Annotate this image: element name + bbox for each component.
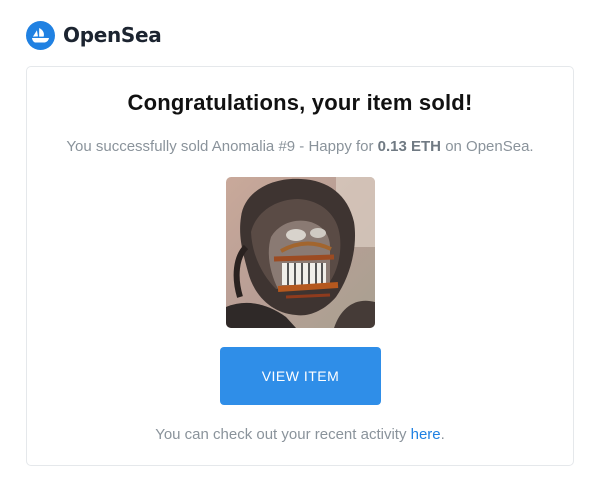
sold-message-suffix: on OpenSea.: [441, 138, 534, 155]
email-page: OpenSea Congratulations, your item sold!…: [0, 0, 609, 493]
email-header: OpenSea: [26, 20, 162, 50]
sold-message: You successfully sold Anomalia #9 - Happ…: [27, 138, 573, 155]
sold-message-prefix: You successfully sold Anomalia #9 - Happ…: [66, 138, 378, 155]
item-artwork: [226, 177, 375, 328]
sold-price: 0.13 ETH: [377, 138, 442, 155]
opensea-logo-icon: [26, 20, 55, 50]
activity-message-prefix: You can check out your recent activity: [155, 426, 411, 443]
activity-message-suffix: .: [440, 426, 445, 443]
activity-message: You can check out your recent activity h…: [27, 426, 573, 443]
notification-card: Congratulations, your item sold! You suc…: [26, 66, 574, 466]
item-image[interactable]: [226, 177, 375, 328]
brand-name: OpenSea: [63, 23, 162, 47]
sold-title: Congratulations, your item sold!: [127, 90, 473, 115]
view-item-button[interactable]: VIEW ITEM: [220, 347, 381, 405]
activity-here-link[interactable]: here: [411, 426, 441, 443]
